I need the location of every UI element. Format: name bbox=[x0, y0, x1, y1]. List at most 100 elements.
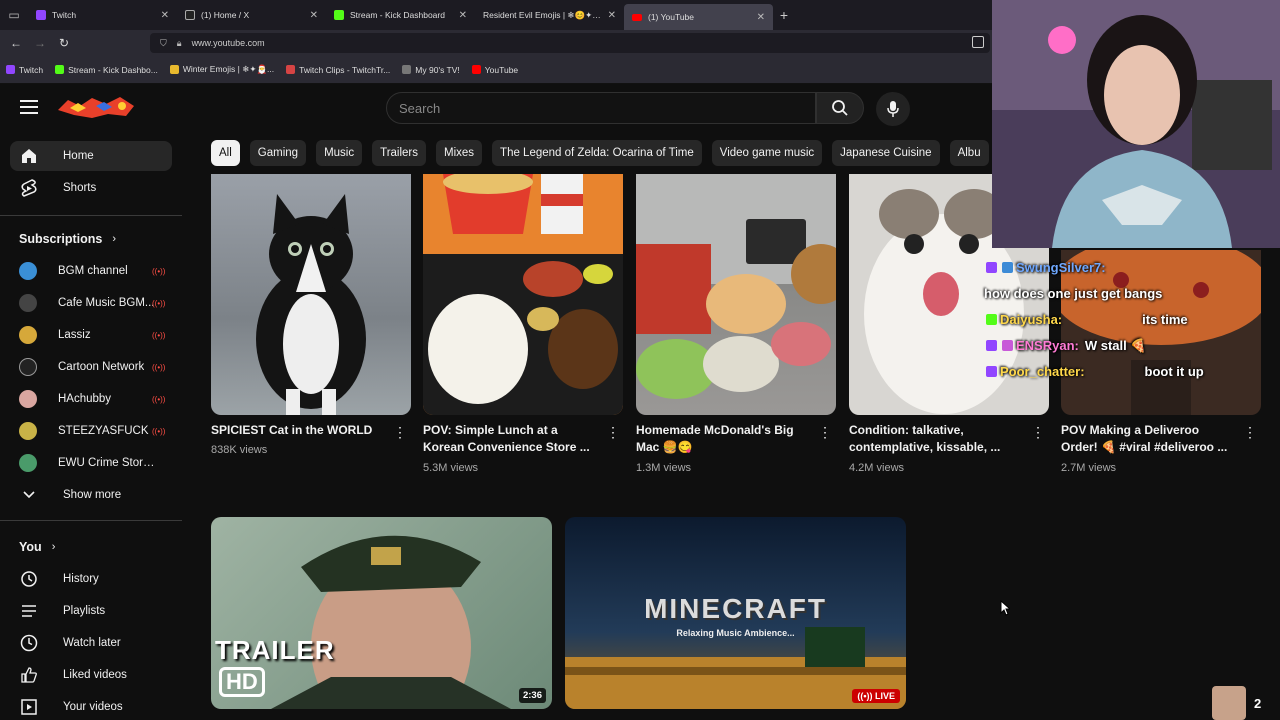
sidebar-sub-steezyasfuck[interactable]: STEEZYASFUCK ((•)) bbox=[10, 416, 172, 446]
chip-all[interactable]: All bbox=[211, 140, 240, 166]
video-title[interactable]: Homemade McDonald's Big Mac 🍔😋 bbox=[636, 422, 812, 456]
video-title[interactable]: Condition: talkative, contemplative, kiss… bbox=[849, 422, 1025, 456]
sidebar-item-history[interactable]: History bbox=[10, 564, 172, 594]
streamer-webcam-overlay bbox=[992, 0, 1280, 248]
bookmark-my-90s-tv[interactable]: My 90's TV! bbox=[402, 65, 460, 75]
close-icon[interactable]: ✕ bbox=[757, 12, 765, 23]
sidebar-divider bbox=[0, 215, 182, 216]
x-favicon-icon bbox=[185, 10, 195, 20]
sidebar-item-shorts[interactable]: Shorts bbox=[10, 173, 172, 203]
chip-gaming[interactable]: Gaming bbox=[249, 140, 307, 166]
hamburger-menu-icon[interactable] bbox=[20, 100, 38, 114]
close-icon[interactable]: ✕ bbox=[161, 10, 169, 21]
stream-chat-overlay: SwungSilver7: how does one just get bang… bbox=[984, 255, 1276, 385]
sidebar-item-playlists[interactable]: Playlists bbox=[10, 596, 172, 626]
sidebar: Home Shorts Subscriptions › BGM channel (… bbox=[0, 134, 182, 720]
tab-resident-evil-emojis[interactable]: Resident Evil Emojis | ❄😊✦🎅 | Co ✕ bbox=[475, 0, 624, 30]
sidebar-sub-cartoon-network[interactable]: Cartoon Network ((•)) bbox=[10, 352, 172, 382]
search-icon bbox=[832, 100, 848, 116]
chat-badge-icon bbox=[986, 262, 997, 273]
chip-video-game-music[interactable]: Video game music bbox=[711, 140, 823, 166]
twitch-favicon-icon bbox=[36, 10, 46, 20]
bookmark-kick[interactable]: Stream - Kick Dashbo... bbox=[55, 65, 158, 75]
video-title[interactable]: SPICIEST Cat in the WORLD bbox=[211, 422, 387, 439]
new-tab-plus-icon[interactable]: + bbox=[773, 7, 795, 23]
close-icon[interactable]: ✕ bbox=[310, 10, 318, 21]
video-thumbnail[interactable]: MINECRAFT Relaxing Music Ambience... ((•… bbox=[565, 517, 906, 709]
chip-trailers[interactable]: Trailers bbox=[372, 140, 427, 166]
live-indicator-icon: ((•)) bbox=[152, 299, 166, 308]
chevron-right-icon: › bbox=[112, 233, 117, 245]
tab-list-icon[interactable]: ▭ bbox=[0, 0, 28, 30]
back-arrow-icon[interactable]: ← bbox=[4, 36, 28, 50]
chip-japanese-cuisine[interactable]: Japanese Cuisine bbox=[832, 140, 940, 166]
channel-avatar bbox=[19, 358, 37, 376]
chevron-down-icon bbox=[19, 485, 39, 505]
chat-text: its time bbox=[1142, 312, 1188, 327]
more-options-icon[interactable]: ⋮ bbox=[1243, 424, 1257, 441]
video-title[interactable]: POV: Simple Lunch at a Korean Convenience… bbox=[423, 422, 599, 456]
bookmark-twitch-clips[interactable]: Twitch Clips - TwitchTr... bbox=[286, 65, 390, 75]
viewer-avatar bbox=[1212, 686, 1246, 720]
youtube-doodle-logo[interactable] bbox=[56, 94, 136, 120]
you-heading[interactable]: You › bbox=[19, 540, 55, 554]
sidebar-sub-ewu-crime[interactable]: EWU Crime Storyti... bbox=[10, 448, 172, 478]
sidebar-item-liked-videos[interactable]: Liked videos bbox=[10, 660, 172, 690]
search-placeholder: Search bbox=[399, 100, 441, 116]
lock-icon: 🔒︎ bbox=[176, 37, 182, 48]
sidebar-sub-cafe-music[interactable]: Cafe Music BGM... ((•)) bbox=[10, 288, 172, 318]
sidebar-item-watch-later[interactable]: Watch later bbox=[10, 628, 172, 658]
more-options-icon[interactable]: ⋮ bbox=[818, 424, 832, 441]
chat-badge-icon bbox=[986, 340, 997, 351]
close-icon[interactable]: ✕ bbox=[459, 10, 467, 21]
tab-x-home[interactable]: (1) Home / X ✕ bbox=[177, 0, 326, 30]
video-thumbnail[interactable]: TRAILER HD 2:36 bbox=[211, 517, 552, 709]
search-button[interactable] bbox=[816, 92, 864, 124]
bookmark-youtube[interactable]: YouTube bbox=[471, 65, 518, 75]
video-thumbnail[interactable] bbox=[636, 174, 836, 415]
chat-badge-icon bbox=[1002, 262, 1013, 273]
reload-icon[interactable]: ↻ bbox=[52, 36, 76, 50]
sidebar-sub-bgm-channel[interactable]: BGM channel ((•)) bbox=[10, 256, 172, 286]
webcam-image bbox=[992, 0, 1280, 248]
close-icon[interactable]: ✕ bbox=[608, 10, 616, 21]
voice-search-button[interactable] bbox=[876, 92, 910, 126]
tab-youtube[interactable]: (1) YouTube ✕ bbox=[624, 4, 773, 30]
sidebar-sub-hachubby[interactable]: HAchubby ((•)) bbox=[10, 384, 172, 414]
chat-text: boot it up bbox=[1144, 364, 1204, 379]
chat-message: Poor_chatter: boot it up bbox=[984, 359, 1276, 385]
bookmark-winter-emojis[interactable]: Winter Emojis | ❄✦🎅... bbox=[169, 64, 274, 75]
url-bar[interactable]: ⛉ 🔒︎ www.youtube.com bbox=[150, 33, 990, 53]
chat-text: W stall 🍕 bbox=[1084, 338, 1147, 353]
bookmark-twitch[interactable]: Twitch bbox=[6, 65, 43, 75]
chat-username: Daiyusha: bbox=[1000, 312, 1063, 327]
tab-kick-dashboard[interactable]: Stream - Kick Dashboard ✕ bbox=[326, 0, 475, 30]
video-title[interactable]: POV Making a Deliveroo Order! 🍕 #viral #d… bbox=[1061, 422, 1237, 456]
more-options-icon[interactable]: ⋮ bbox=[606, 424, 620, 441]
video-thumbnail[interactable] bbox=[211, 174, 411, 415]
chip-zelda[interactable]: The Legend of Zelda: Ocarina of Time bbox=[492, 140, 702, 166]
sidebar-divider bbox=[0, 520, 182, 521]
video-thumbnail[interactable] bbox=[423, 174, 623, 415]
sidebar-item-home[interactable]: Home bbox=[10, 141, 172, 171]
chip-music[interactable]: Music bbox=[316, 140, 363, 166]
search-input[interactable]: Search bbox=[386, 92, 816, 124]
chip-mixes[interactable]: Mixes bbox=[436, 140, 483, 166]
sidebar-item-your-videos[interactable]: Your videos bbox=[10, 692, 172, 720]
more-options-icon[interactable]: ⋮ bbox=[393, 424, 407, 441]
chat-username: Poor_chatter: bbox=[1000, 364, 1085, 379]
subscriptions-heading[interactable]: Subscriptions › bbox=[19, 232, 116, 246]
chip-albums[interactable]: Albu bbox=[949, 140, 989, 166]
tab-twitch[interactable]: Twitch ✕ bbox=[28, 0, 177, 30]
sidebar-show-more[interactable]: Show more bbox=[10, 480, 172, 510]
channel-avatar bbox=[19, 422, 37, 440]
url-text: www.youtube.com bbox=[191, 38, 265, 48]
forward-arrow-icon[interactable]: → bbox=[28, 36, 52, 50]
reader-view-icon[interactable] bbox=[972, 36, 984, 48]
more-options-icon[interactable]: ⋮ bbox=[1031, 424, 1045, 441]
kick-favicon-icon bbox=[55, 65, 65, 74]
big-mac-thumbnail-image bbox=[636, 174, 836, 399]
chat-badge-icon bbox=[986, 366, 997, 377]
trailer-overlay-text: TRAILER bbox=[215, 635, 335, 665]
sidebar-sub-lassiz[interactable]: Lassiz ((•)) bbox=[10, 320, 172, 350]
